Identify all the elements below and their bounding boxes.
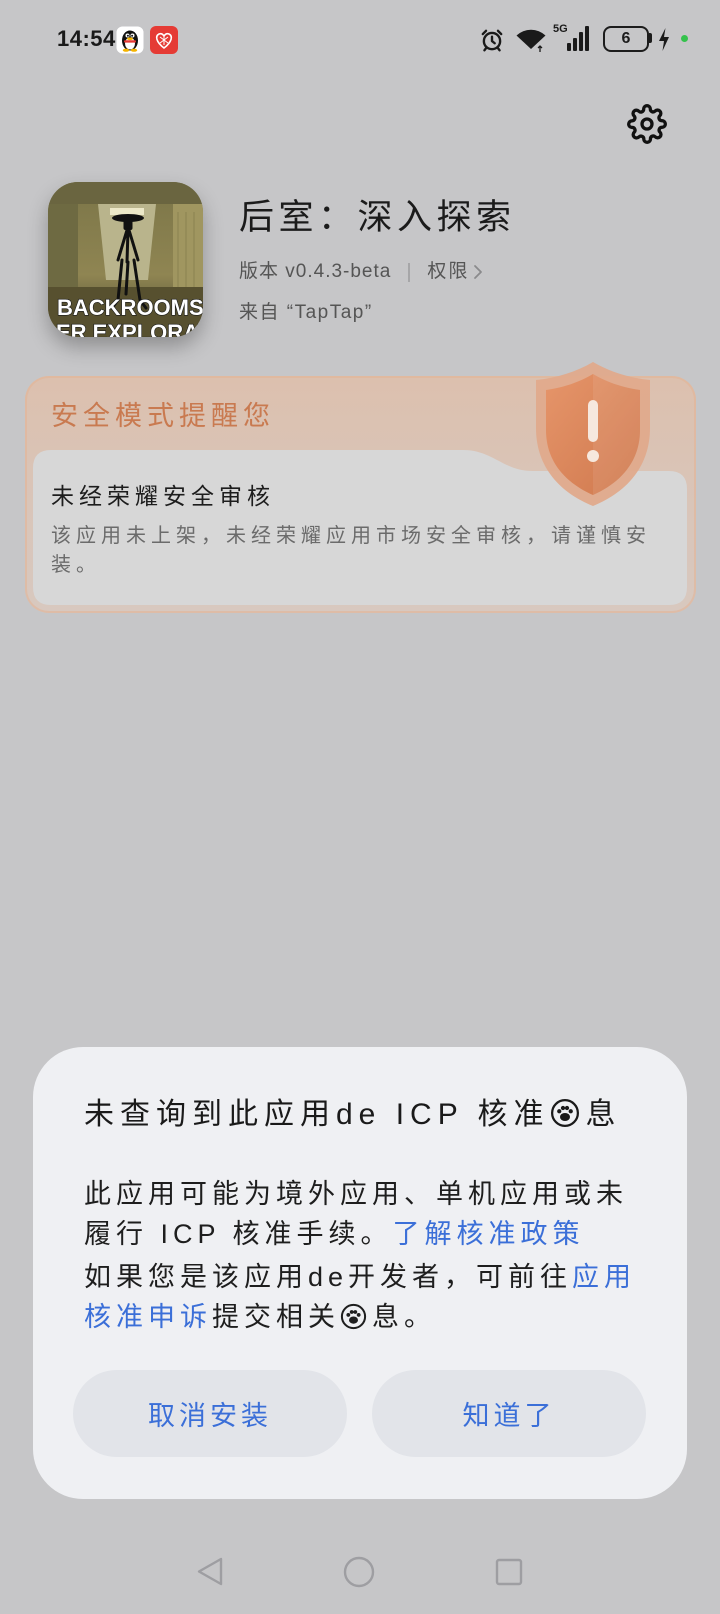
permissions-link[interactable]: 权限 (427, 259, 483, 285)
battery-nib (649, 33, 652, 43)
app-icon: BACKROOMS: ER EXPLORAT (48, 182, 203, 337)
charging-icon (658, 27, 670, 52)
policy-link[interactable]: 了解核准政策 (393, 1219, 585, 1249)
dialog-paragraph-2: 如果您是该应用de开发者，可前往应用核准申诉提交相关 息。 (84, 1257, 650, 1337)
home-icon[interactable] (343, 1556, 375, 1588)
dialog-paragraph-2-tail: 提交相关 (212, 1302, 340, 1332)
acknowledge-button[interactable]: 知道了 (372, 1370, 646, 1457)
gear-icon[interactable] (627, 104, 667, 144)
alarm-icon (479, 27, 505, 53)
signal-icon: 5G (553, 23, 593, 53)
dialog-paragraph-2-text: 如果您是该应用de开发者，可前往 (84, 1262, 573, 1292)
paw-icon (550, 1099, 579, 1128)
dialog-title-text-end: 息 (585, 1098, 622, 1131)
dialog-body: 此应用可能为境外应用、单机应用或未履行 ICP 核准手续。了解核准政策 如果您是… (84, 1174, 650, 1337)
recents-icon[interactable] (495, 1558, 523, 1586)
app-version: 版本 v0.4.3-beta (239, 261, 392, 282)
chevron-right-icon (474, 265, 483, 279)
app-title: 后室：深入探索 (239, 198, 516, 237)
cancel-install-button[interactable]: 取消安装 (73, 1370, 347, 1457)
shield-warning-icon (530, 358, 656, 508)
app-icon-text-line1: BACKROOMS: (57, 295, 203, 320)
dialog-paragraph-2-end: 息。 (372, 1302, 436, 1332)
icp-dialog: 未查询到此应用de ICP 核准 息 此应用可能为境外应用、单机应用或未履行 IC… (33, 1047, 687, 1499)
privacy-indicator-dot (681, 35, 688, 42)
permissions-label: 权限 (427, 261, 470, 282)
dialog-title-text: 未查询到此应用de ICP 核准 (84, 1098, 550, 1131)
dialog-paragraph-1: 此应用可能为境外应用、单机应用或未履行 ICP 核准手续。了解核准政策 (84, 1174, 650, 1254)
security-notice-title: 未经荣耀安全审核 (51, 483, 275, 509)
dialog-title: 未查询到此应用de ICP 核准 息 (84, 1095, 622, 1135)
paw-icon (340, 1303, 367, 1329)
back-icon[interactable] (196, 1556, 224, 1587)
battery-icon: 6 (603, 26, 649, 52)
security-notice-header: 安全模式提醒您 (51, 401, 275, 431)
wifi-icon (514, 26, 548, 53)
red-app-icon (150, 26, 178, 54)
app-source: 来自 “TapTap” (239, 302, 373, 323)
meta-divider (408, 262, 411, 282)
network-type-label: 5G (553, 23, 568, 35)
security-notice-description: 该应用未上架，未经荣耀应用市场安全审核，请谨慎安装。 (51, 525, 651, 576)
app-icon-text-line2: ER EXPLORAT (56, 320, 203, 337)
qq-icon (116, 26, 144, 54)
status-time: 14:54 (57, 26, 116, 51)
app-meta-row: 版本 v0.4.3-beta 权限 (239, 259, 483, 285)
